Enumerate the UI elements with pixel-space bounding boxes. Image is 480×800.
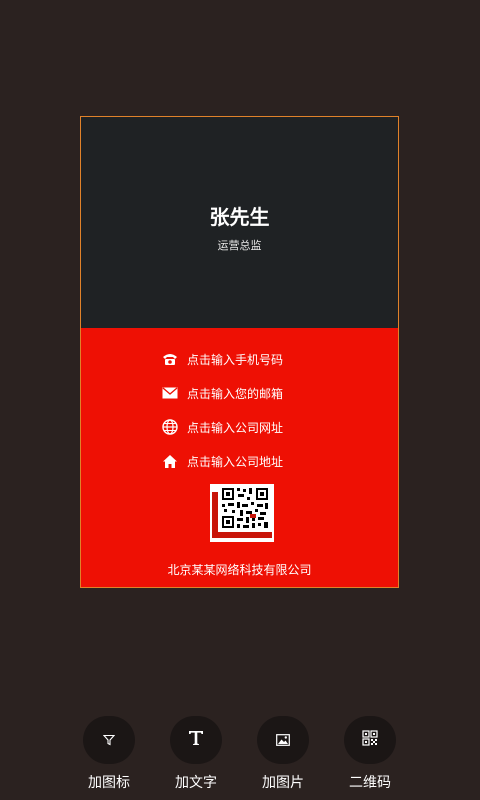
add-icon-circle[interactable] xyxy=(83,716,135,764)
add-text-circle[interactable] xyxy=(170,716,222,764)
contact-phone-label: 点击输入手机号码 xyxy=(187,352,284,367)
add-icon-label: 加图标 xyxy=(88,775,130,791)
add-qr-code-circle[interactable] xyxy=(344,716,396,764)
card-title[interactable]: 运营总监 xyxy=(81,237,398,253)
add-image-button[interactable]: 加图片 xyxy=(243,716,323,792)
funnel-icon xyxy=(102,731,116,750)
phone-icon xyxy=(161,350,179,368)
add-text-button[interactable]: 加文字 xyxy=(156,716,236,792)
business-card[interactable]: 张先生 运营总监 点击输入手机号码 点击输入您的邮箱 点击输入公司网址 点击输入… xyxy=(80,116,399,588)
card-name[interactable]: 张先生 xyxy=(81,201,398,230)
contact-email[interactable]: 点击输入您的邮箱 xyxy=(161,383,283,403)
qr-code-icon xyxy=(362,730,378,750)
contact-email-label: 点击输入您的邮箱 xyxy=(187,386,284,401)
globe-icon xyxy=(161,418,179,436)
bottom-toolbar: 加图标 加文字 加图片 二维码 xyxy=(0,716,480,800)
add-text-label: 加文字 xyxy=(175,775,217,791)
add-image-label: 加图片 xyxy=(262,775,304,791)
card-header: 张先生 运营总监 xyxy=(81,117,398,328)
contact-website[interactable]: 点击输入公司网址 xyxy=(161,417,283,437)
contact-phone[interactable]: 点击输入手机号码 xyxy=(161,349,283,369)
text-icon xyxy=(188,730,204,750)
add-icon-button[interactable]: 加图标 xyxy=(69,716,149,792)
image-icon xyxy=(276,731,290,750)
contact-website-label: 点击输入公司网址 xyxy=(187,420,284,435)
card-body: 点击输入手机号码 点击输入您的邮箱 点击输入公司网址 点击输入公司地址 北京某某… xyxy=(81,328,398,587)
company-name[interactable]: 北京某某网络科技有限公司 xyxy=(81,561,398,578)
contact-address-label: 点击输入公司地址 xyxy=(187,454,284,469)
qr-code-image[interactable] xyxy=(210,484,274,542)
add-image-circle[interactable] xyxy=(257,716,309,764)
contact-address[interactable]: 点击输入公司地址 xyxy=(161,451,283,471)
add-qr-code-button[interactable]: 二维码 xyxy=(330,716,410,792)
mail-icon xyxy=(161,384,179,402)
add-qr-code-label: 二维码 xyxy=(349,775,391,791)
home-icon xyxy=(161,452,179,470)
